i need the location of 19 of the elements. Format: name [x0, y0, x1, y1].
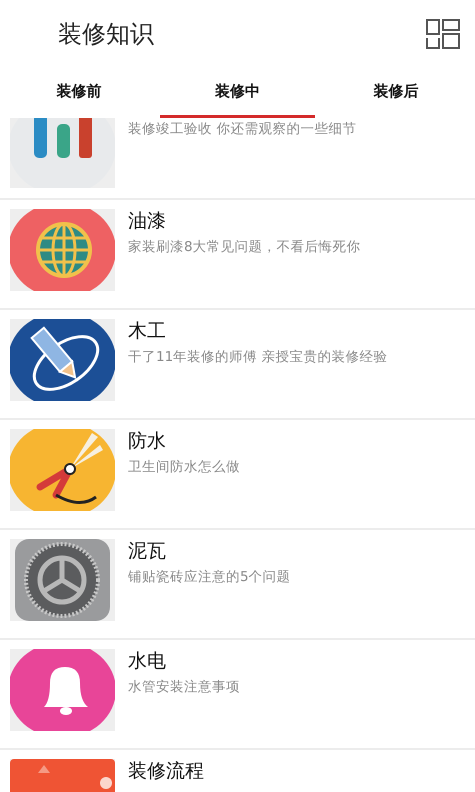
- article-description: 家装刷漆8大常见问题，不看后悔死你: [128, 238, 361, 256]
- bell-icon: [10, 649, 115, 731]
- grid-icon[interactable]: [425, 17, 461, 51]
- clamp-icon: [10, 429, 115, 511]
- article-title: 油漆: [128, 211, 167, 232]
- article-title: 装修流程: [128, 761, 204, 782]
- article-description: 卫生间防水怎么做: [128, 458, 240, 476]
- article-description: 铺贴瓷砖应注意的5个问题: [128, 568, 291, 586]
- article-title: 泥瓦: [128, 541, 167, 562]
- globe-icon: [10, 209, 115, 291]
- page-title: 装修知识: [58, 19, 154, 50]
- article-description: 水管安装注意事项: [128, 678, 240, 696]
- bar-chart-icon: [10, 118, 115, 188]
- article-description: 干了11年装修的师傅 亲授宝贵的装修经验: [128, 348, 388, 366]
- article-title: 防水: [128, 431, 167, 452]
- article-title: 木工: [128, 321, 167, 342]
- pencil-icon: [10, 319, 115, 401]
- article-title: 水电: [128, 651, 167, 672]
- article-description: 装修竣工验收 你还需观察的一些细节: [128, 120, 356, 138]
